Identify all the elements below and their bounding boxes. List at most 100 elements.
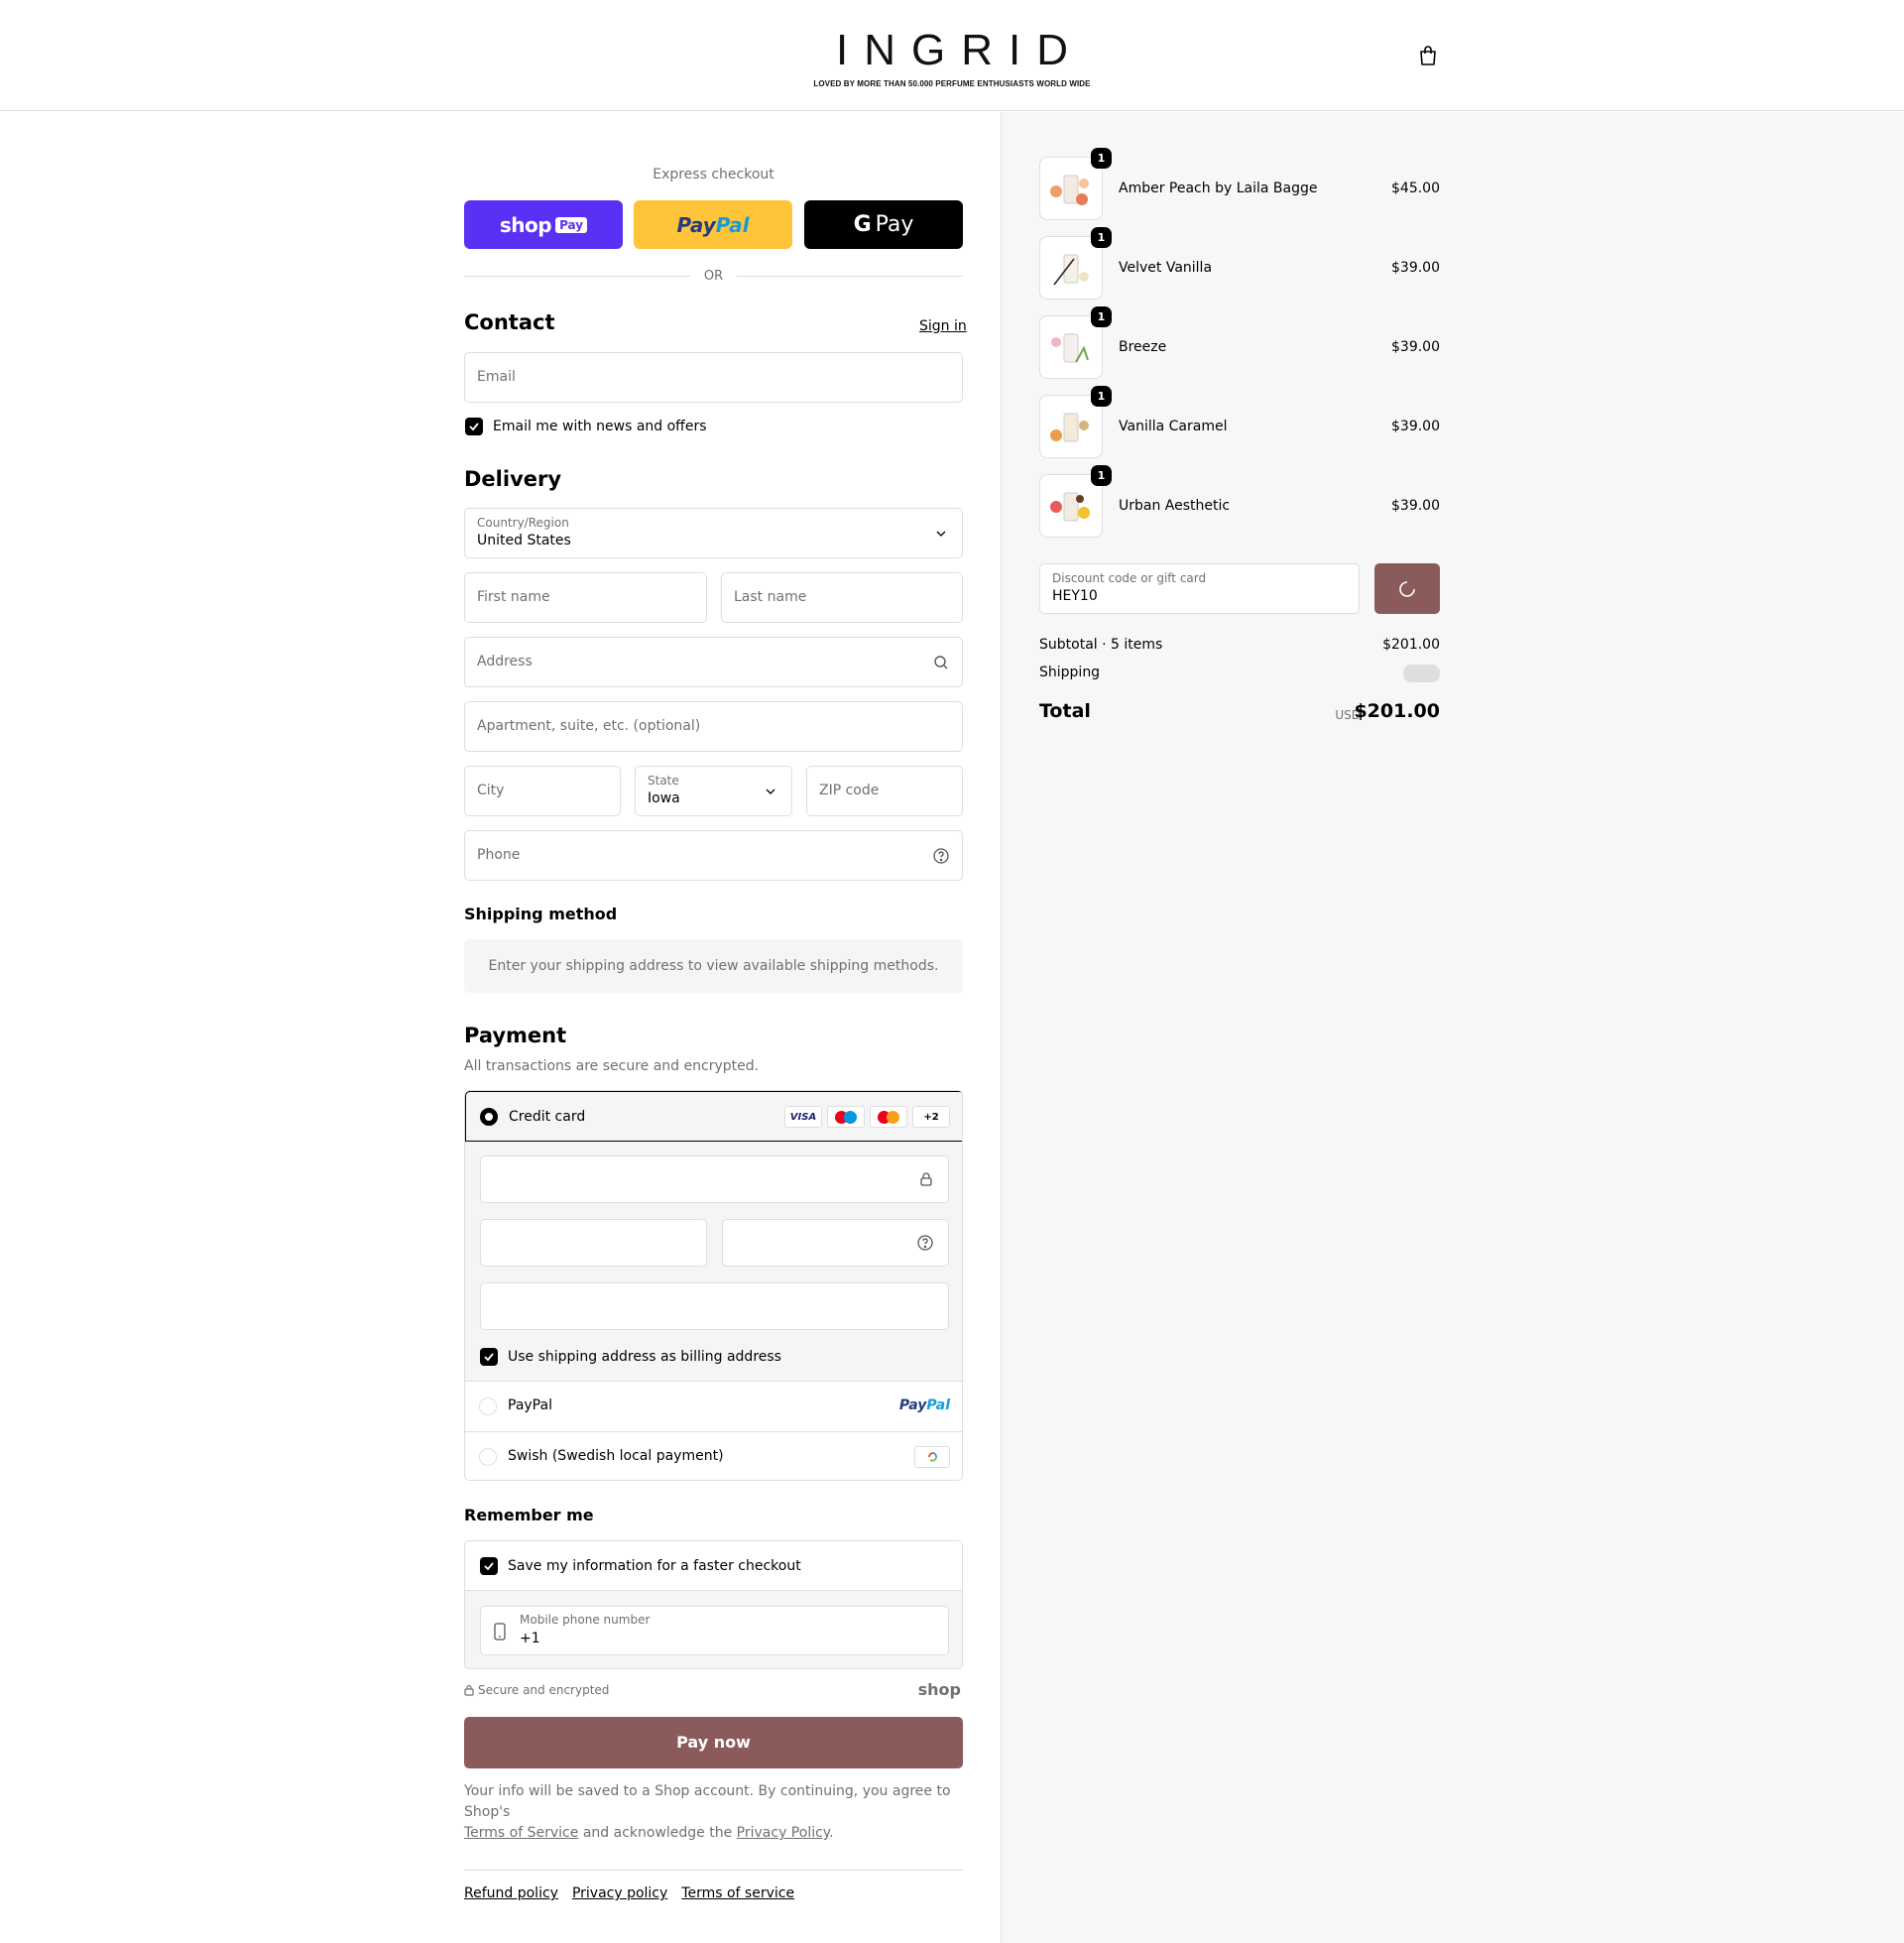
product-thumbnail: 1 bbox=[1039, 148, 1112, 220]
sign-in-link[interactable]: Sign in bbox=[919, 318, 967, 334]
remember-me-box: Save my information for a faster checkou… bbox=[464, 1540, 963, 1669]
store-tagline: LOVED BY MORE THAN 50.000 PERFUME ENTHUS… bbox=[813, 79, 1091, 88]
footer-divider bbox=[464, 1870, 963, 1871]
last-name-field[interactable]: Last name bbox=[721, 572, 963, 623]
cart-item-price: $39.00 bbox=[1391, 260, 1440, 276]
state-select[interactable]: State Iowa bbox=[635, 766, 792, 816]
shipping-loading-placeholder bbox=[1403, 665, 1440, 682]
shop-pay-wordmark: shop bbox=[499, 212, 552, 237]
billing-same-checkbox[interactable] bbox=[480, 1348, 498, 1366]
discount-code-field[interactable]: Discount code or gift card HEY10 bbox=[1039, 563, 1360, 614]
country-label: Country/Region bbox=[477, 516, 569, 530]
news-checkbox[interactable] bbox=[465, 418, 483, 435]
visa-logo: VISA bbox=[784, 1106, 822, 1128]
subtotal-label: Subtotal · 5 items bbox=[1039, 637, 1163, 653]
shipping-method-title: Shipping method bbox=[464, 905, 618, 923]
email-field[interactable]: Email bbox=[464, 352, 963, 403]
paypal-option[interactable]: PayPal PayPal bbox=[465, 1382, 962, 1431]
google-pay-button[interactable]: G Pay bbox=[804, 200, 963, 249]
first-name-placeholder: First name bbox=[477, 589, 550, 605]
billing-same-label: Use shipping address as billing address bbox=[508, 1349, 781, 1365]
quantity-badge: 1 bbox=[1091, 465, 1112, 486]
credit-card-radio[interactable] bbox=[480, 1108, 498, 1126]
cart-item-price: $45.00 bbox=[1391, 181, 1440, 196]
first-name-field[interactable]: First name bbox=[464, 572, 707, 623]
lock-icon bbox=[464, 1684, 474, 1696]
quantity-badge: 1 bbox=[1091, 148, 1112, 169]
cart-item-price: $39.00 bbox=[1391, 419, 1440, 434]
product-thumbnail: 1 bbox=[1039, 465, 1112, 538]
product-thumbnail: 1 bbox=[1039, 386, 1112, 458]
zip-field[interactable]: ZIP code bbox=[806, 766, 963, 816]
apartment-field[interactable]: Apartment, suite, etc. (optional) bbox=[464, 701, 963, 752]
paypal-label: PayPal bbox=[508, 1397, 552, 1413]
shop-terms-link[interactable]: Terms of Service bbox=[464, 1825, 578, 1841]
chevron-down-icon bbox=[936, 531, 946, 537]
store-logo[interactable]: INGRID bbox=[0, 26, 1904, 75]
city-field[interactable]: City bbox=[464, 766, 621, 816]
paypal-logo: PayPal bbox=[898, 1397, 950, 1413]
header: INGRID LOVED BY MORE THAN 50.000 PERFUME… bbox=[0, 0, 1904, 111]
cart-item-name: Urban Aesthetic bbox=[1119, 498, 1231, 514]
swish-radio[interactable] bbox=[479, 1448, 497, 1466]
legal-text: Your info will be saved to a Shop accoun… bbox=[464, 1783, 951, 1841]
remember-me-title: Remember me bbox=[464, 1506, 594, 1524]
credit-card-option[interactable]: Credit card VISA +2 bbox=[465, 1091, 962, 1142]
apply-discount-button[interactable] bbox=[1374, 563, 1440, 614]
shipping-method-message: Enter your shipping address to view avai… bbox=[464, 939, 963, 993]
save-info-row[interactable]: Save my information for a faster checkou… bbox=[465, 1541, 962, 1591]
help-icon[interactable] bbox=[932, 847, 950, 865]
address-placeholder: Address bbox=[477, 654, 533, 669]
pay-now-button[interactable]: Pay now bbox=[464, 1717, 963, 1768]
payment-title: Payment bbox=[464, 1024, 567, 1047]
maestro-logo bbox=[827, 1106, 865, 1128]
cart-item-name: Velvet Vanilla bbox=[1119, 260, 1213, 276]
help-icon[interactable] bbox=[916, 1234, 934, 1252]
subtotal-value: $201.00 bbox=[1382, 637, 1440, 653]
refund-policy-link[interactable]: Refund policy bbox=[464, 1885, 558, 1901]
privacy-policy-link[interactable]: Privacy policy bbox=[572, 1885, 667, 1901]
total-value: $201.00 bbox=[1354, 700, 1440, 722]
cart-item-name: Amber Peach by Laila Bagge bbox=[1119, 181, 1318, 196]
card-number-field[interactable] bbox=[480, 1155, 949, 1203]
paypal-radio[interactable] bbox=[479, 1397, 497, 1415]
secure-text: Secure and encrypted bbox=[478, 1683, 610, 1697]
shop-privacy-link[interactable]: Privacy Policy bbox=[737, 1825, 829, 1841]
card-expiry-field[interactable] bbox=[480, 1219, 707, 1267]
mobile-phone-label: Mobile phone number bbox=[520, 1613, 651, 1627]
swish-option[interactable]: Swish (Swedish local payment) bbox=[465, 1431, 962, 1480]
lock-icon bbox=[920, 1172, 932, 1186]
cart-item-name: Vanilla Caramel bbox=[1119, 419, 1228, 434]
terms-of-service-link[interactable]: Terms of service bbox=[681, 1885, 794, 1901]
state-label: State bbox=[648, 774, 679, 788]
mobile-phone-field[interactable]: Mobile phone number +1 bbox=[480, 1606, 949, 1655]
zip-placeholder: ZIP code bbox=[819, 783, 880, 798]
credit-card-label: Credit card bbox=[509, 1109, 586, 1125]
product-thumbnail: 1 bbox=[1039, 227, 1112, 300]
save-info-checkbox[interactable] bbox=[480, 1557, 498, 1575]
apartment-placeholder: Apartment, suite, etc. (optional) bbox=[477, 718, 701, 734]
payment-options: Credit card VISA +2 Use shipping address… bbox=[464, 1090, 963, 1481]
card-cvv-field[interactable] bbox=[722, 1219, 949, 1267]
card-name-field[interactable] bbox=[480, 1282, 949, 1330]
loading-spinner-icon bbox=[1399, 581, 1415, 597]
shop-pay-button[interactable]: shop Pay bbox=[464, 200, 623, 249]
quantity-badge: 1 bbox=[1091, 386, 1112, 407]
footer-links: Refund policy Privacy policy Terms of se… bbox=[464, 1885, 794, 1901]
save-info-label: Save my information for a faster checkou… bbox=[508, 1558, 801, 1574]
or-divider: OR bbox=[464, 266, 964, 286]
address-field[interactable]: Address bbox=[464, 637, 963, 687]
phone-field[interactable]: Phone bbox=[464, 830, 963, 881]
country-select[interactable]: Country/Region United States bbox=[464, 508, 963, 558]
shopping-bag-icon[interactable] bbox=[1416, 44, 1440, 67]
google-pay-wordmark: G Pay bbox=[853, 212, 914, 237]
discount-value: HEY10 bbox=[1052, 588, 1098, 604]
contact-title: Contact bbox=[464, 310, 555, 334]
credit-card-form: Use shipping address as billing address bbox=[465, 1142, 962, 1382]
order-summary-panel bbox=[1001, 112, 1904, 1943]
delivery-title: Delivery bbox=[464, 467, 562, 491]
paypal-wordmark: PayPal bbox=[676, 212, 750, 237]
mobile-phone-icon bbox=[494, 1623, 506, 1640]
paypal-express-button[interactable]: PayPal bbox=[634, 200, 792, 249]
last-name-placeholder: Last name bbox=[734, 589, 807, 605]
